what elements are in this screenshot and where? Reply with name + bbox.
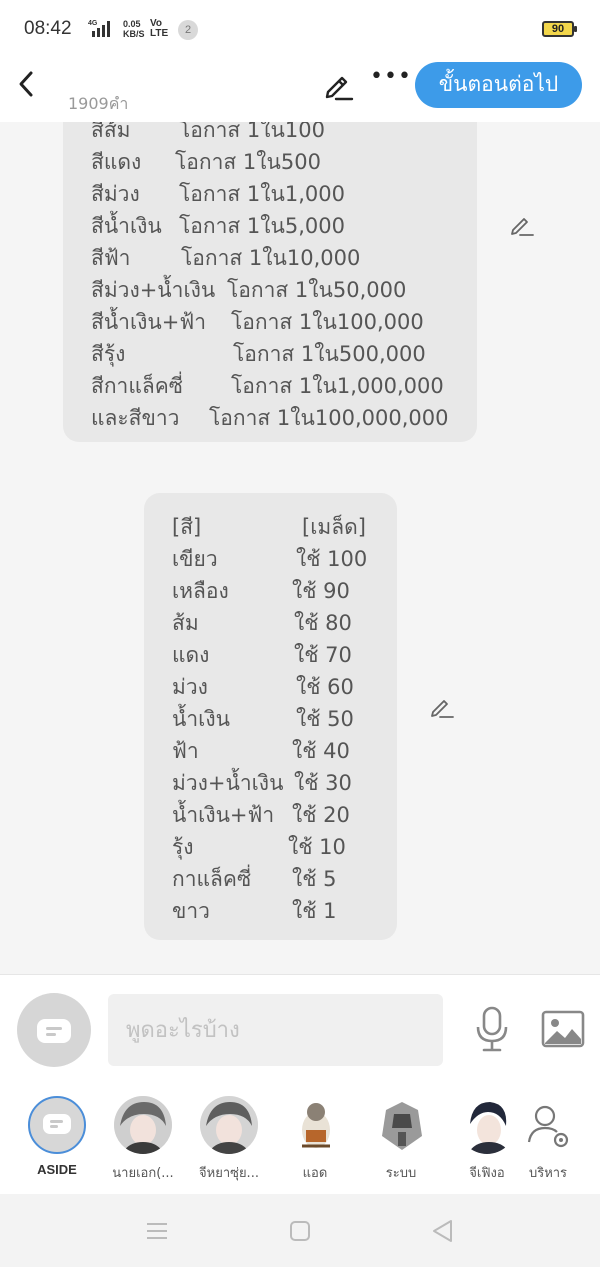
character-selector: ASIDE นายเอก(... จีหยาซุ่ย... แอด ระบบ จ…	[0, 1084, 600, 1194]
back-triangle-icon[interactable]	[430, 1218, 456, 1244]
rarity-chance: โอกาส 1ใน1,000	[179, 182, 345, 206]
rarity-name: และสีขาว	[91, 406, 180, 430]
avatar	[458, 1096, 516, 1154]
rarity-chance: โอกาส 1ใน500	[175, 150, 321, 174]
seed-color: แดง	[172, 643, 210, 667]
rarity-name: สีแดง	[91, 150, 142, 174]
rarity-name: สีกาแล็คซี่	[91, 374, 184, 398]
seed-color: ม่วง+น้ำเงิน	[172, 771, 284, 795]
rarity-chance: โอกาส 1ใน5,000	[179, 214, 345, 238]
message-input[interactable]	[108, 994, 443, 1066]
system-navigation-bar	[0, 1194, 600, 1267]
volte-indicator: Vo LTE	[150, 18, 169, 39]
editor-top-bar: 1909คำ ••• ขั้นตอนต่อไป	[0, 60, 600, 122]
message-bubble-seed-costs[interactable]: [สี] [เมล็ด] เขียว ใช้ 100 เหลือง ใช้ 90…	[144, 493, 397, 940]
seed-color: เขียว	[172, 547, 218, 571]
rarity-name: สีน้ำเงิน	[91, 214, 162, 238]
message-input-bar	[0, 974, 600, 1084]
more-icon[interactable]: •••	[370, 64, 412, 89]
image-icon[interactable]	[541, 1009, 585, 1049]
seed-color: ขาว	[172, 899, 210, 923]
seed-color: ม่วง	[172, 675, 208, 699]
character-3[interactable]: แอด	[277, 1096, 353, 1183]
rarity-name: สีม่วง+น้ำเงิน	[91, 278, 216, 302]
seed-cost: ใช้ 20	[292, 803, 350, 827]
avatar	[372, 1096, 430, 1154]
character-name: บริหาร	[528, 1166, 568, 1181]
seed-color: น้ำเงิน	[172, 707, 230, 731]
seed-color: กาแล็คซี่	[172, 867, 252, 891]
character-name: นายเอก(...	[112, 1166, 174, 1181]
avatar	[200, 1096, 258, 1154]
chat-area[interactable]: สีส้ม โอกาส 1ใน100 สีแดง โอกาส 1ใน500 สี…	[0, 122, 600, 974]
rarity-chance: โอกาส 1ใน50,000	[227, 278, 407, 302]
network-speed: 0.05 KB/S	[123, 19, 145, 39]
rarity-name: สีฟ้า	[91, 246, 131, 270]
rarity-chance: โอกาส 1ใน500,000	[233, 342, 426, 366]
character-aside[interactable]: ASIDE	[19, 1096, 95, 1177]
seed-color: รุ้ง	[172, 835, 194, 859]
rarity-chance: โอกาส 1ใน10,000	[181, 246, 361, 270]
character-1[interactable]: นายเอก(...	[105, 1096, 181, 1183]
seed-cost: ใช้ 30	[294, 771, 352, 795]
rarity-chance: โอกาส 1ใน100	[179, 122, 325, 142]
message-bubble-chances[interactable]: สีส้ม โอกาส 1ใน100 สีแดง โอกาส 1ใน500 สี…	[63, 122, 477, 442]
character-name: ระบบ	[385, 1166, 417, 1181]
avatar	[286, 1096, 344, 1154]
column-header-color: [สี]	[172, 515, 202, 539]
seed-color: ฟ้า	[172, 739, 199, 763]
pencil-icon[interactable]	[322, 70, 354, 102]
seed-cost: ใช้ 70	[294, 643, 352, 667]
seed-color: ส้ม	[172, 611, 199, 635]
status-time: 08:42	[24, 18, 72, 39]
rarity-name: สีรุ้ง	[91, 342, 126, 366]
column-header-seeds: [เมล็ด]	[302, 515, 366, 539]
character-name: จีหยาซุ่ย...	[199, 1166, 259, 1181]
next-step-button[interactable]: ขั้นตอนต่อไป	[415, 62, 582, 108]
status-bar: 08:42 4G 0.05 KB/S Vo LTE 2 90	[0, 0, 600, 60]
rarity-chance: โอกาส 1ใน100,000	[231, 310, 424, 334]
seed-color: เหลือง	[172, 579, 229, 603]
net-type: 4G	[88, 20, 98, 27]
seed-cost: ใช้ 5	[292, 867, 337, 891]
edit-icon[interactable]	[428, 694, 454, 720]
seed-cost: ใช้ 40	[292, 739, 350, 763]
rarity-chance: โอกาส 1ใน100,000,000	[209, 406, 449, 430]
edit-icon[interactable]	[508, 212, 534, 238]
rarity-name: สีน้ำเงิน+ฟ้า	[91, 310, 207, 334]
rarity-name: สีส้ม	[91, 122, 131, 142]
rarity-chance: โอกาส 1ใน1,000,000	[231, 374, 444, 398]
microphone-icon[interactable]	[472, 1005, 512, 1053]
seed-cost: ใช้ 100	[296, 547, 368, 571]
character-2[interactable]: จีหยาซุ่ย...	[191, 1096, 267, 1183]
manage-user-icon	[519, 1096, 577, 1154]
home-square-icon[interactable]	[287, 1218, 313, 1244]
word-count: 1909คำ	[68, 94, 129, 113]
menu-icon[interactable]	[144, 1218, 170, 1244]
seed-cost: ใช้ 80	[294, 611, 352, 635]
back-arrow-icon[interactable]	[12, 68, 44, 100]
avatar	[114, 1096, 172, 1154]
manage-characters-button[interactable]: บริหาร	[510, 1096, 586, 1183]
aside-chat-icon	[28, 1096, 86, 1154]
battery-icon: 90	[542, 21, 577, 37]
seed-color: น้ำเงิน+ฟ้า	[172, 803, 275, 827]
character-4[interactable]: ระบบ	[363, 1096, 439, 1183]
aside-chat-icon[interactable]	[17, 993, 91, 1067]
signal-icon: 4G	[88, 20, 110, 37]
seed-cost: ใช้ 60	[296, 675, 354, 699]
character-name: แอด	[302, 1166, 328, 1181]
rarity-name: สีม่วง	[91, 182, 140, 206]
seed-cost: ใช้ 1	[292, 899, 337, 923]
seed-cost: ใช้ 90	[292, 579, 350, 603]
notification-badge: 2	[178, 20, 198, 40]
character-name: ASIDE	[37, 1162, 77, 1177]
seed-cost: ใช้ 10	[288, 835, 346, 859]
seed-cost: ใช้ 50	[296, 707, 354, 731]
